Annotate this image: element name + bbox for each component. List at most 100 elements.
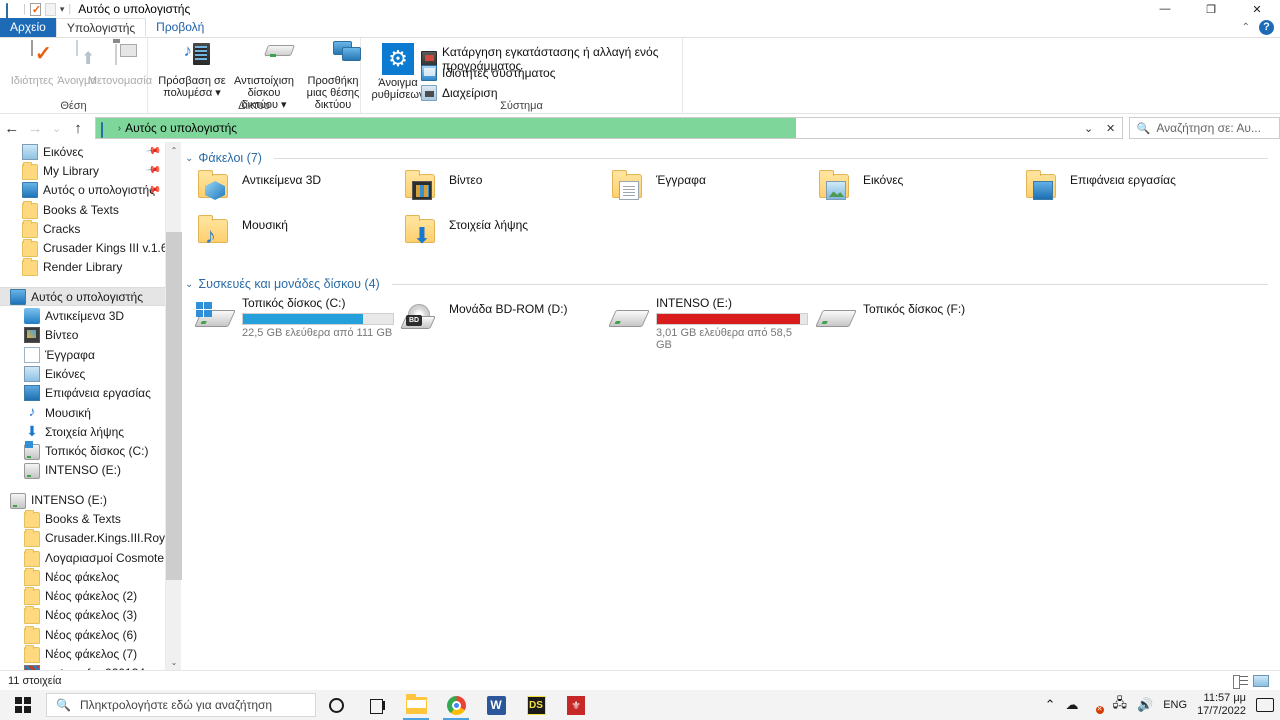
folder-item-videos[interactable]: Βίντεο [395, 169, 602, 214]
minimize-button[interactable]: — [1142, 0, 1188, 18]
tab-computer[interactable]: Υπολογιστής [55, 18, 147, 37]
close-button[interactable]: ✕ [1234, 0, 1280, 18]
sidebar-item-render-library[interactable]: Render Library [0, 258, 165, 277]
new-folder-icon[interactable] [44, 2, 56, 16]
sidebar-item-crusader-kings[interactable]: Crusader Kings III v.1.6.0 (2020 [0, 238, 165, 258]
sidebar-item-music[interactable]: ♪ Μουσική [0, 403, 165, 422]
folders-grid: Αντικείμενα 3D Βίντεο Έγγραφα Εικόνες Επ… [182, 169, 1280, 259]
folder-item-documents[interactable]: Έγγραφα [602, 169, 809, 214]
rename-icon [104, 39, 137, 73]
sidebar-scrollbar[interactable]: ⌃ ⌄ [165, 142, 182, 670]
clock[interactable]: 11:57 μμ 17/7/2022 [1197, 692, 1246, 718]
rename-button[interactable]: Μετονομασία [85, 39, 155, 87]
onedrive-icon[interactable]: ☁ [1066, 697, 1079, 713]
collapse-ribbon-icon[interactable]: ⌃ [1242, 22, 1250, 33]
scrollbar-thumb[interactable] [166, 232, 182, 580]
drive-item-intenso-e[interactable]: INTENSO (E:) 3,01 GB ελεύθερα από 58,5 G… [602, 295, 809, 351]
chevron-down-icon[interactable]: ⌄ [185, 153, 193, 164]
drive-item-local-disk-c[interactable]: Τοπικός δίσκος (C:) 22,5 GB ελεύθερα από… [188, 295, 395, 341]
drive-item-local-disk-f[interactable]: Τοπικός δίσκος (F:) [809, 295, 1016, 341]
volume-icon[interactable]: 🔊 [1137, 697, 1153, 713]
sidebar-item-pictures[interactable]: Εικόνες [0, 364, 165, 383]
help-icon[interactable]: ? [1259, 20, 1274, 35]
sidebar-item-label: Render Library [43, 260, 123, 275]
notifications-icon[interactable] [1256, 698, 1274, 712]
navigation-pane[interactable]: Εικόνες 📌 My Library 📌 Αυτός ο υπολογιστ… [0, 142, 165, 670]
taskbar-app-word[interactable]: W [476, 690, 516, 720]
sidebar-item-e-crusader-kings[interactable]: Crusader.Kings.III.Royal.Editio [0, 529, 165, 548]
pin-icon[interactable]: 📌 [144, 163, 161, 179]
address-bar[interactable]: › Αυτός ο υπολογιστής ⌄ ✕ [94, 117, 1123, 139]
sidebar-item-documents[interactable]: Έγγραφα [0, 345, 165, 364]
large-icons-view-icon[interactable] [1252, 673, 1270, 689]
sidebar-item-3d-objects[interactable]: Αντικείμενα 3D [0, 306, 165, 325]
group-header-folders[interactable]: ⌄ Φάκελοι (7) [185, 151, 1280, 165]
taskbar-app-chrome[interactable] [436, 690, 476, 720]
folder-item-downloads[interactable]: ⬇ Στοιχεία λήψης [395, 214, 602, 259]
sidebar-item-e-new-folder-6[interactable]: Νέος φάκελος (6) [0, 625, 165, 644]
back-button[interactable]: ← [0, 116, 23, 140]
sidebar-item-this-pc[interactable]: Αυτός ο υπολογιστής [0, 287, 165, 307]
sidebar-item-videos[interactable]: Βίντεο [0, 326, 165, 345]
recent-locations-button[interactable]: ⌄ [47, 116, 67, 140]
chevron-down-icon[interactable]: ⌄ [1078, 118, 1100, 138]
sidebar-item-intenso-e-child[interactable]: INTENSO (E:) [0, 461, 165, 480]
sidebar-item-e-new-folder[interactable]: Νέος φάκελος [0, 567, 165, 586]
folder-item-pictures[interactable]: Εικόνες [809, 169, 1016, 214]
task-view-button[interactable] [356, 690, 396, 720]
tab-file[interactable]: Αρχείο [0, 18, 56, 37]
sidebar-item-books-texts[interactable]: Books & Texts [0, 200, 165, 219]
sidebar-item-cracks[interactable]: Cracks [0, 219, 165, 238]
taskbar-app-ds[interactable]: DS [516, 690, 556, 720]
group-header-drives[interactable]: ⌄ Συσκευές και μονάδες δίσκου (4) [185, 277, 1280, 291]
capacity-bar-fill [657, 314, 800, 324]
media-access-button[interactable]: ♪ Πρόσβαση σε πολυμέσα ▾ [156, 41, 228, 99]
scroll-down-icon[interactable]: ⌄ [166, 654, 182, 670]
forward-button[interactable]: → [23, 116, 46, 140]
sidebar-item-e-new-folder-3[interactable]: Νέος φάκελος (3) [0, 606, 165, 625]
close-icon[interactable]: ✕ [1100, 118, 1122, 138]
sidebar-item-e-new-folder-7[interactable]: Νέος φάκελος (7) [0, 644, 165, 664]
open-settings-button[interactable]: ⚙ Άνοιγμα ρυθμίσεων [369, 43, 427, 101]
sidebar-item-pictures-pinned[interactable]: Εικόνες 📌 [0, 142, 165, 161]
show-hidden-icons-button[interactable]: ⌃ [1045, 697, 1056, 713]
sidebar-item-intenso-e[interactable]: INTENSO (E:) [0, 490, 165, 509]
properties-icon[interactable] [29, 2, 41, 16]
sidebar-item-desktop[interactable]: Επιφάνεια εργασίας [0, 384, 165, 403]
search-box[interactable]: 🔍 Αναζήτηση σε: Αυ... [1128, 117, 1280, 139]
taskbar-app-file-explorer[interactable] [396, 690, 436, 720]
sidebar-item-e-new-folder-2[interactable]: Νέος φάκελος (2) [0, 587, 165, 606]
sidebar-item-local-disk-c[interactable]: Τοπικός δίσκος (C:) [0, 441, 165, 461]
sidebar-item-this-pc-pinned[interactable]: Αυτός ο υπολογιστής 📌 [0, 181, 165, 200]
drive-item-bd-rom-d[interactable]: BD Μονάδα BD-ROM (D:) [395, 295, 602, 341]
manage-item[interactable]: Διαχείριση [421, 85, 498, 101]
pin-icon[interactable]: 📌 [144, 143, 161, 159]
address-bar-buttons: ⌄ ✕ [1078, 118, 1122, 138]
chevron-down-icon[interactable]: ⌄ [185, 279, 193, 290]
scroll-up-icon[interactable]: ⌃ [166, 142, 182, 158]
folder-item-music[interactable]: ♪ Μουσική [188, 214, 395, 259]
sidebar-item-downloads[interactable]: ⬇ Στοιχεία λήψης [0, 422, 165, 441]
taskbar-search-input[interactable]: 🔍 Πληκτρολογήστε εδώ για αναζήτηση [46, 693, 316, 717]
folder-icon [24, 625, 40, 644]
sidebar-item-e-cosmote[interactable]: Λογαριασμοί Cosmote [0, 548, 165, 567]
folder-item-3d-objects[interactable]: Αντικείμενα 3D [188, 169, 395, 214]
drive-free-space: 3,01 GB ελεύθερα από 58,5 GB [656, 327, 792, 351]
folder-item-desktop[interactable]: Επιφάνεια εργασίας [1016, 169, 1223, 214]
details-view-icon[interactable] [1231, 673, 1249, 689]
language-indicator[interactable]: ENG [1163, 699, 1187, 711]
breadcrumb-item-this-pc[interactable]: Αυτός ο υπολογιστής [125, 121, 237, 135]
sidebar-item-e-books-texts[interactable]: Books & Texts [0, 509, 165, 528]
tab-view[interactable]: Προβολή [146, 18, 214, 37]
up-button[interactable]: ↑ [66, 116, 89, 140]
start-button[interactable] [0, 690, 46, 720]
chevron-down-icon[interactable]: ▾ [60, 4, 65, 15]
maximize-button[interactable]: ❐ [1188, 0, 1234, 18]
content-pane[interactable]: ⌄ Φάκελοι (7) Αντικείμενα 3D Βίντεο Έγγρ… [182, 142, 1280, 670]
sidebar-item-my-library[interactable]: My Library 📌 [0, 161, 165, 180]
security-shield-icon[interactable]: ✕ [1089, 698, 1104, 714]
system-properties-item[interactable]: Ιδιότητες συστήματος [421, 65, 555, 81]
network-icon[interactable]: 🖧 [1113, 694, 1128, 716]
cortana-button[interactable] [316, 690, 356, 720]
taskbar-app-kite[interactable]: ⚜ [556, 690, 596, 720]
